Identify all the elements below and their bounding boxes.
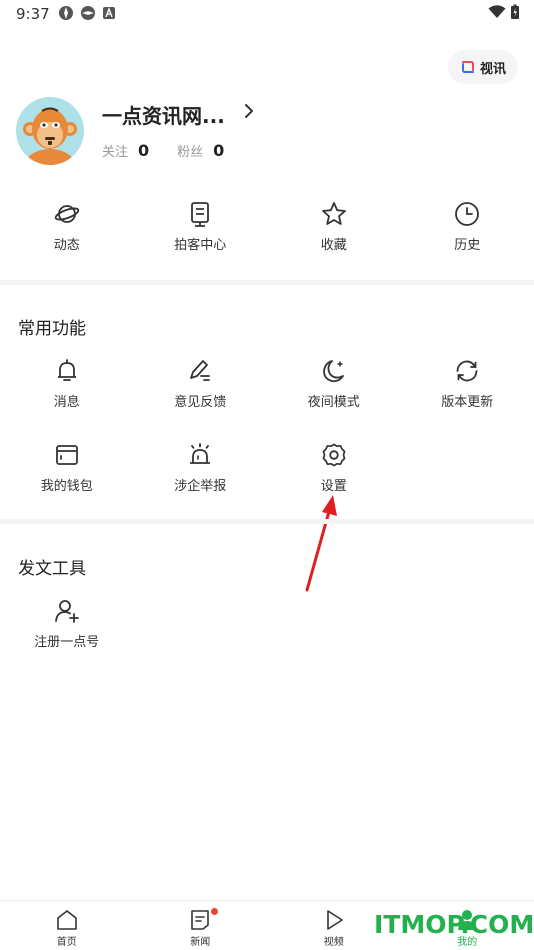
quick-action-favorites[interactable]: 收藏 [267,200,401,260]
nav-label: 新闻 [190,937,211,948]
common-functions-row-2: 我的钱包 涉企举报 设置 [0,441,534,494]
home-icon [56,910,77,930]
status-notification-icons [58,5,116,21]
wallet-icon [55,445,78,465]
nav-news[interactable]: 新闻 [134,901,268,950]
function-feedback[interactable]: 意见反馈 [134,357,268,410]
quick-action-label: 收藏 [320,238,347,253]
gear-icon [322,443,346,467]
common-functions-title: 常用功能 [18,319,86,339]
function-label: 设置 [320,479,347,494]
function-label: 意见反馈 [174,395,227,410]
posting-tool-label: 注册一点号 [34,635,100,650]
followers-count[interactable]: 0 [213,141,224,160]
news-icon [191,910,210,930]
function-label: 涉企举报 [174,479,227,494]
video-chat-button[interactable]: 视讯 [448,50,518,84]
notification-app-icon [81,6,95,20]
section-divider [0,280,534,285]
avatar[interactable] [16,97,84,165]
bell-icon [57,359,76,381]
star-icon [321,202,346,225]
function-label: 我的钱包 [40,479,93,494]
function-messages[interactable]: 消息 [0,357,134,410]
quick-action-history[interactable]: 历史 [401,200,534,260]
quick-action-label: 动态 [53,238,80,253]
function-version-update[interactable]: 版本更新 [401,357,534,410]
quick-action-paike-center[interactable]: 拍客中心 [134,200,268,260]
username[interactable]: 一点资讯网... [102,100,225,129]
posting-tools-row: 注册一点号 [0,597,534,650]
function-enterprise-report[interactable]: 涉企举报 [134,441,268,494]
clock-icon [455,202,480,226]
common-functions-row-1: 消息 意见反馈 夜间模式 版本更新 [0,357,534,410]
following-label[interactable]: 关注 [102,141,128,160]
camera-device-icon [191,202,210,227]
nav-label: 首页 [56,937,77,948]
notification-a-icon [103,7,115,19]
wifi-icon [488,5,506,18]
function-label: 版本更新 [441,395,494,410]
nav-label: 视频 [323,937,344,948]
profile-header[interactable]: 一点资讯网... 关注 0 粉丝 0 [16,97,516,167]
video-chat-icon [461,61,474,73]
quick-actions-row: 动态 拍客中心 收藏 历史 [0,200,534,260]
news-badge-dot [210,908,218,915]
battery-icon [511,4,519,19]
planet-icon [54,205,80,223]
watermark-text: ITMOP.COM [374,910,534,939]
status-bar: 9:37 [0,0,534,28]
function-settings[interactable]: 设置 [267,441,401,494]
alarm-icon [190,443,211,464]
edit-pen-icon [190,360,211,381]
quick-action-label: 历史 [454,238,481,253]
chevron-right-icon[interactable] [242,102,256,120]
function-wallet[interactable]: 我的钱包 [0,441,134,494]
refresh-icon [456,360,478,382]
notification-app-icon [59,6,73,20]
moon-icon [322,360,344,383]
profile-stats: 关注 0 粉丝 0 [102,141,252,160]
video-chat-label: 视讯 [479,61,506,77]
status-system-icons [488,4,520,20]
followers-label[interactable]: 粉丝 [177,141,203,160]
posting-tool-register-account[interactable]: 注册一点号 [0,597,134,650]
function-night-mode[interactable]: 夜间模式 [267,357,401,410]
section-divider [0,519,534,524]
quick-action-label: 拍客中心 [174,238,227,253]
following-count[interactable]: 0 [138,141,149,160]
posting-tools-title: 发文工具 [18,559,86,579]
monkey-avatar-icon [16,97,84,165]
status-time: 9:37 [16,5,50,23]
function-label: 夜间模式 [307,395,360,410]
quick-action-dynamics[interactable]: 动态 [0,200,134,260]
nav-home[interactable]: 首页 [0,901,134,950]
play-icon [326,910,343,930]
add-user-icon [54,600,79,623]
function-label: 消息 [53,395,80,410]
